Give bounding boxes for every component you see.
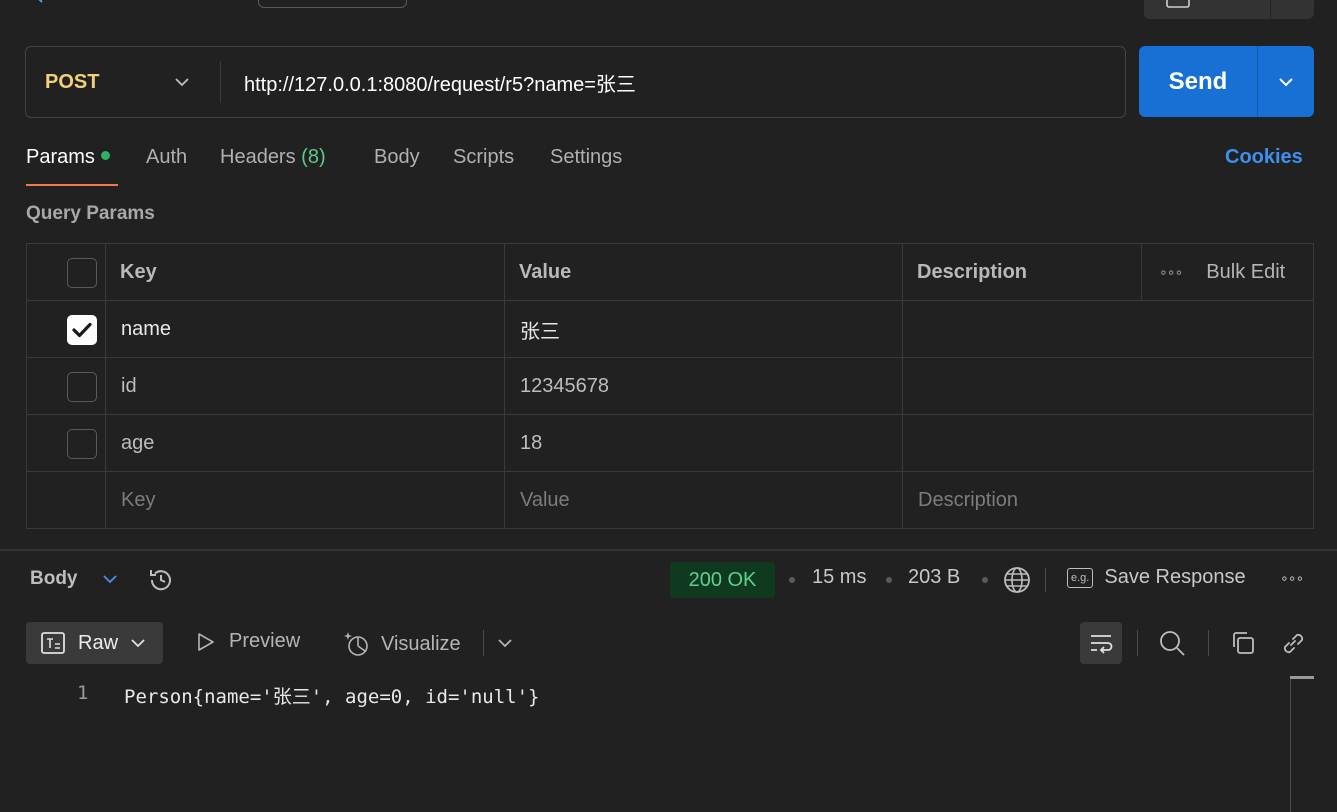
table-row: id 12345678 bbox=[27, 358, 1313, 415]
tab-label: Scripts bbox=[453, 146, 515, 168]
table-row-new: Key Value Description bbox=[27, 472, 1313, 529]
table-row: name 张三 bbox=[27, 301, 1313, 358]
response-divider[interactable] bbox=[0, 549, 1337, 551]
chevron-down-icon[interactable] bbox=[497, 635, 513, 651]
format-preview-button[interactable]: Preview bbox=[195, 630, 300, 653]
send-button[interactable]: Send bbox=[1139, 46, 1257, 117]
tab-label: Body bbox=[374, 146, 420, 168]
copy-icon bbox=[1233, 632, 1254, 654]
query-params-title: Query Params bbox=[26, 203, 155, 224]
example-icon: e.g. bbox=[1067, 567, 1094, 588]
save-icon bbox=[1166, 0, 1190, 8]
tab-settings[interactable]: Settings bbox=[550, 146, 622, 169]
bulk-edit-area: ∘∘∘ Bulk Edit bbox=[1141, 244, 1313, 300]
more-options-icon[interactable]: ∘∘∘ bbox=[1280, 570, 1304, 587]
param-value[interactable]: 18 bbox=[520, 415, 542, 471]
play-icon bbox=[198, 632, 214, 651]
wrap-lines-button[interactable] bbox=[1080, 622, 1122, 664]
chevron-down-icon bbox=[175, 78, 189, 87]
response-body-viewer[interactable]: 1 Person{name='张三', age=0, id='null'} bbox=[0, 672, 1290, 812]
tab-params[interactable]: Params bbox=[26, 146, 110, 169]
row-checkbox[interactable] bbox=[67, 429, 97, 459]
tab-label: Settings bbox=[550, 146, 623, 168]
url-input[interactable] bbox=[242, 61, 1112, 103]
method-selector[interactable]: POST bbox=[26, 47, 220, 117]
response-time[interactable]: 15 ms bbox=[812, 566, 866, 589]
format-raw-dropdown[interactable]: Raw bbox=[26, 622, 163, 664]
chevron-down-icon bbox=[1279, 77, 1293, 86]
response-format-bar: Raw Preview Visualize bbox=[0, 620, 1337, 666]
tab-label: Auth bbox=[146, 146, 188, 168]
top-tab-pill[interactable] bbox=[258, 0, 407, 8]
scrollbar-track[interactable] bbox=[1290, 676, 1291, 812]
column-header-value: Value bbox=[519, 260, 572, 283]
new-key-input[interactable]: Key bbox=[121, 472, 155, 528]
top-right-button-group[interactable] bbox=[1144, 0, 1314, 19]
send-options-button[interactable] bbox=[1258, 46, 1314, 117]
tab-label: Params bbox=[26, 146, 95, 168]
response-toolbar: Body 200 OK 15 ms 203 B e.g. Save Respon… bbox=[0, 552, 1337, 608]
back-arrow-icon[interactable] bbox=[34, 0, 66, 4]
row-checkbox[interactable] bbox=[67, 315, 97, 345]
params-active-dot bbox=[100, 151, 110, 160]
save-response-label: Save Response bbox=[1104, 566, 1246, 588]
column-header-description: Description bbox=[917, 260, 1028, 283]
chevron-down-icon bbox=[102, 575, 117, 584]
format-preview-label: Preview bbox=[229, 630, 301, 652]
save-response-button[interactable]: e.g. Save Response bbox=[1067, 566, 1246, 589]
active-tab-indicator bbox=[26, 184, 118, 186]
tab-label: Headers bbox=[220, 146, 296, 168]
param-key[interactable]: age bbox=[121, 415, 154, 471]
tab-auth[interactable]: Auth bbox=[146, 146, 187, 169]
link-icon bbox=[1283, 633, 1304, 654]
new-description-input[interactable]: Description bbox=[918, 472, 1018, 528]
link-button[interactable] bbox=[1272, 622, 1314, 664]
headers-count: (8) bbox=[301, 146, 326, 168]
visualize-sparkle-icon bbox=[344, 632, 368, 656]
globe-icon[interactable] bbox=[1002, 565, 1032, 595]
copy-button[interactable] bbox=[1222, 622, 1264, 664]
line-number: 1 bbox=[77, 682, 89, 704]
new-value-input[interactable]: Value bbox=[520, 472, 570, 528]
query-params-table: Key Value Description ∘∘∘ Bulk Edit name… bbox=[26, 243, 1314, 529]
row-checkbox[interactable] bbox=[67, 372, 97, 402]
tab-scripts[interactable]: Scripts bbox=[453, 146, 514, 169]
param-key[interactable]: name bbox=[121, 301, 171, 357]
format-visualize-label: Visualize bbox=[381, 632, 461, 655]
param-value[interactable]: 张三 bbox=[520, 301, 560, 357]
response-size[interactable]: 203 B bbox=[908, 566, 960, 589]
checkmark-icon bbox=[72, 322, 92, 338]
format-visualize-button[interactable]: Visualize bbox=[343, 630, 461, 658]
table-header-row: Key Value Description ∘∘∘ Bulk Edit bbox=[27, 244, 1313, 301]
cookies-link[interactable]: Cookies bbox=[1225, 146, 1303, 169]
search-icon bbox=[1160, 631, 1185, 656]
search-button[interactable] bbox=[1151, 622, 1193, 664]
table-row: age 18 bbox=[27, 415, 1313, 472]
tab-body[interactable]: Body bbox=[374, 146, 420, 169]
chevron-down-icon bbox=[131, 639, 145, 648]
history-icon[interactable] bbox=[147, 566, 175, 594]
method-label: POST bbox=[45, 70, 100, 93]
wrap-lines-icon bbox=[1091, 635, 1113, 654]
param-value[interactable]: 12345678 bbox=[520, 358, 609, 414]
bulk-edit-button[interactable]: Bulk Edit bbox=[1206, 261, 1285, 284]
select-all-checkbox[interactable] bbox=[67, 258, 97, 288]
response-body-text[interactable]: Person{name='张三', age=0, id='null'} bbox=[124, 682, 540, 709]
response-body-dropdown[interactable]: Body bbox=[30, 568, 118, 590]
column-header-key: Key bbox=[120, 260, 157, 283]
scrollbar-thumb[interactable] bbox=[1290, 676, 1314, 679]
status-badge[interactable]: 200 OK bbox=[670, 562, 775, 598]
format-raw-label: Raw bbox=[78, 631, 119, 654]
request-url-bar: POST bbox=[25, 46, 1126, 118]
response-body-label: Body bbox=[30, 568, 78, 589]
param-key[interactable]: id bbox=[121, 358, 137, 414]
text-format-icon bbox=[41, 632, 65, 654]
tab-headers[interactable]: Headers (8) bbox=[220, 146, 326, 169]
send-button-group: Send bbox=[1139, 46, 1314, 117]
more-options-icon[interactable]: ∘∘∘ bbox=[1159, 264, 1183, 281]
